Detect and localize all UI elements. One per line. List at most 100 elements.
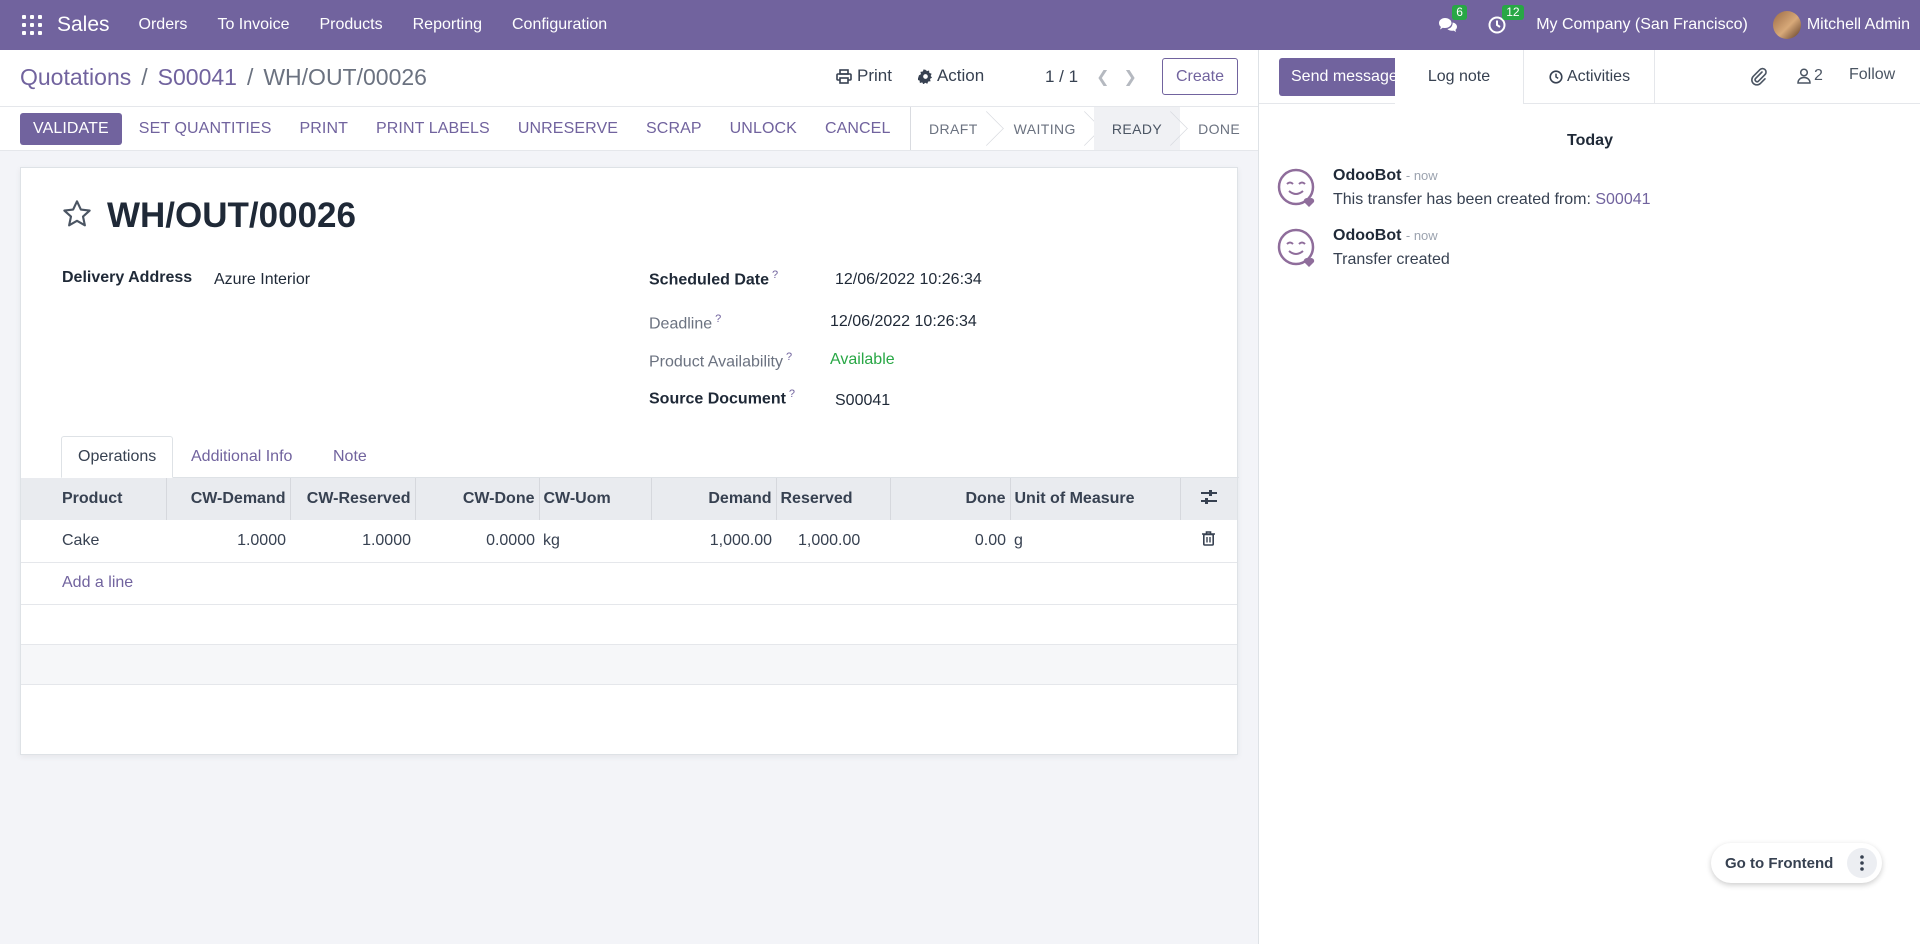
delivery-address-field[interactable]: Azure Interior: [214, 271, 310, 289]
pager-value[interactable]: 1 / 1: [1045, 67, 1078, 87]
menu-item-reporting[interactable]: Reporting: [398, 0, 497, 50]
source-document-link[interactable]: S00041: [1595, 191, 1650, 208]
validate-button[interactable]: VALIDATE: [20, 113, 122, 145]
availability-value: Available: [830, 351, 895, 368]
chatter-panel: Send message Log note Activities 2 Follo…: [1258, 50, 1920, 944]
breadcrumb-quotations[interactable]: Quotations: [20, 64, 131, 90]
activity-menu[interactable]: 12: [1488, 5, 1524, 34]
column-header-demand[interactable]: Demand: [651, 478, 777, 520]
control-panel: Quotations / S00041 / WH/OUT/00026 Print Act…: [0, 50, 1258, 151]
scrap-button[interactable]: SCRAP: [646, 120, 702, 138]
stage-waiting[interactable]: WAITING: [996, 107, 1094, 150]
delete-row-button[interactable]: [1180, 520, 1237, 563]
print-labels-button[interactable]: PRINT LABELS: [376, 120, 490, 138]
form-sheet: WH/OUT/00026 Delivery Address Azure Inte…: [20, 167, 1239, 755]
deadline-value: 12/06/2022 10:26:34: [830, 313, 977, 330]
activities-button[interactable]: Activities: [1525, 50, 1655, 104]
column-header-product[interactable]: Product: [21, 478, 167, 520]
breadcrumb: Quotations / S00041 / WH/OUT/00026: [20, 64, 427, 91]
column-header-cw-reserved[interactable]: CW-Reserved: [290, 478, 416, 520]
paperclip-icon[interactable]: [1751, 67, 1767, 87]
activities-label: Activities: [1566, 68, 1631, 85]
column-header-unit-of-measure[interactable]: Unit of Measure: [1010, 478, 1181, 520]
vertical-dots-icon: [1860, 855, 1865, 871]
cell-unit-of-measure: g: [1010, 520, 1180, 563]
messaging-menu[interactable]: 6: [1438, 5, 1467, 34]
navbar-systray: 6 12 My Company (San Francisco) Mitchell…: [1438, 0, 1920, 50]
unreserve-button[interactable]: UNRESERVE: [518, 120, 618, 138]
pager-previous-icon[interactable]: ❮: [1096, 67, 1109, 87]
stage-ready[interactable]: READY: [1093, 107, 1181, 150]
tab-additional-info[interactable]: Additional Info: [175, 436, 308, 478]
tab-operations[interactable]: Operations: [61, 436, 174, 478]
set-quantities-button[interactable]: SET QUANTITIES: [139, 120, 272, 138]
help-tooltip-icon[interactable]: ?: [715, 313, 721, 325]
menu-item-configuration[interactable]: Configuration: [497, 0, 622, 50]
tab-note[interactable]: Note: [317, 436, 383, 478]
table-row[interactable]: Cake 1.0000 1.0000 0.0000 kg 1,000.00 1,…: [21, 520, 1237, 563]
add-a-line-link[interactable]: Add a line: [62, 574, 133, 591]
user-icon: [1797, 68, 1811, 84]
menu-item-to-invoice[interactable]: To Invoice: [202, 0, 304, 50]
record-actions: Print Action: [836, 66, 1010, 86]
go-to-frontend-button[interactable]: Go to Frontend: [1711, 855, 1847, 872]
action-dropdown[interactable]: Action: [917, 66, 984, 86]
trash-icon: [1202, 530, 1215, 546]
company-switcher[interactable]: My Company (San Francisco): [1536, 16, 1748, 34]
messages-count-badge: 6: [1452, 5, 1467, 20]
message-author: OdooBot - now: [1333, 227, 1438, 244]
print-button[interactable]: PRINT: [299, 120, 348, 138]
star-icon[interactable]: [61, 198, 93, 230]
menu-item-orders[interactable]: Orders: [124, 0, 203, 50]
followers-button[interactable]: 2: [1797, 67, 1823, 85]
odoobot-avatar-icon[interactable]: [1277, 227, 1317, 269]
stage-done[interactable]: DONE: [1180, 107, 1258, 150]
optional-columns-toggle[interactable]: [1180, 478, 1237, 520]
source-document-label: Source Document?: [649, 388, 796, 408]
help-tooltip-icon[interactable]: ?: [772, 269, 778, 281]
app-name[interactable]: Sales: [57, 13, 110, 37]
empty-row: [21, 644, 1237, 685]
cell-demand: 1,000.00: [651, 520, 776, 563]
send-message-button[interactable]: Send message: [1279, 58, 1410, 96]
help-tooltip-icon[interactable]: ?: [786, 351, 792, 363]
pager-next-icon[interactable]: ❯: [1124, 67, 1137, 87]
odoobot-avatar-icon[interactable]: [1277, 167, 1317, 209]
date-separator: Today: [1567, 132, 1613, 149]
column-header-reserved[interactable]: Reserved: [776, 478, 891, 520]
print-label: Print: [857, 66, 892, 85]
scheduled-date-field[interactable]: 12/06/2022 10:26:34: [835, 271, 982, 289]
main-menu: Orders To Invoice Products Reporting Con…: [124, 0, 623, 50]
column-header-cw-uom[interactable]: CW-Uom: [539, 478, 652, 520]
print-dropdown[interactable]: Print: [836, 66, 892, 86]
cell-reserved: 1,000.00: [776, 520, 890, 563]
breadcrumb-current: WH/OUT/00026: [263, 64, 427, 90]
status-bar-buttons: VALIDATE SET QUANTITIES PRINT PRINT LABE…: [20, 113, 918, 145]
print-icon: [836, 68, 852, 84]
stage-pipeline: DRAFT WAITING READY DONE: [910, 107, 1258, 150]
column-header-done[interactable]: Done: [890, 478, 1011, 520]
column-header-cw-done[interactable]: CW-Done: [415, 478, 540, 520]
cell-cw-reserved: 1.0000: [290, 520, 415, 563]
user-avatar[interactable]: [1772, 11, 1801, 39]
help-tooltip-icon[interactable]: ?: [789, 388, 795, 400]
app-menu-icon[interactable]: [22, 15, 42, 35]
cancel-button[interactable]: CANCEL: [825, 120, 891, 138]
cell-cw-done: 0.0000: [415, 520, 539, 563]
stage-draft[interactable]: DRAFT: [911, 107, 996, 150]
operations-table: Product CW-Demand CW-Reserved CW-Done CW…: [21, 478, 1237, 685]
menu-item-products[interactable]: Products: [304, 0, 397, 50]
log-note-button[interactable]: Log note: [1395, 50, 1524, 104]
more-options-icon[interactable]: [1847, 848, 1878, 878]
delivery-address-label: Delivery Address: [62, 269, 193, 286]
clock-icon: [1549, 70, 1563, 84]
breadcrumb-sale-order[interactable]: S00041: [158, 64, 237, 90]
message-author: OdooBot - now: [1333, 167, 1438, 184]
source-document-field[interactable]: S00041: [835, 392, 890, 410]
unlock-button[interactable]: UNLOCK: [730, 120, 797, 138]
follow-button[interactable]: Follow: [1849, 66, 1895, 84]
user-menu[interactable]: Mitchell Admin: [1807, 16, 1910, 34]
pager: 1 / 1 ❮ ❯: [1045, 67, 1137, 87]
create-button[interactable]: Create: [1162, 58, 1238, 95]
column-header-cw-demand[interactable]: CW-Demand: [166, 478, 291, 520]
